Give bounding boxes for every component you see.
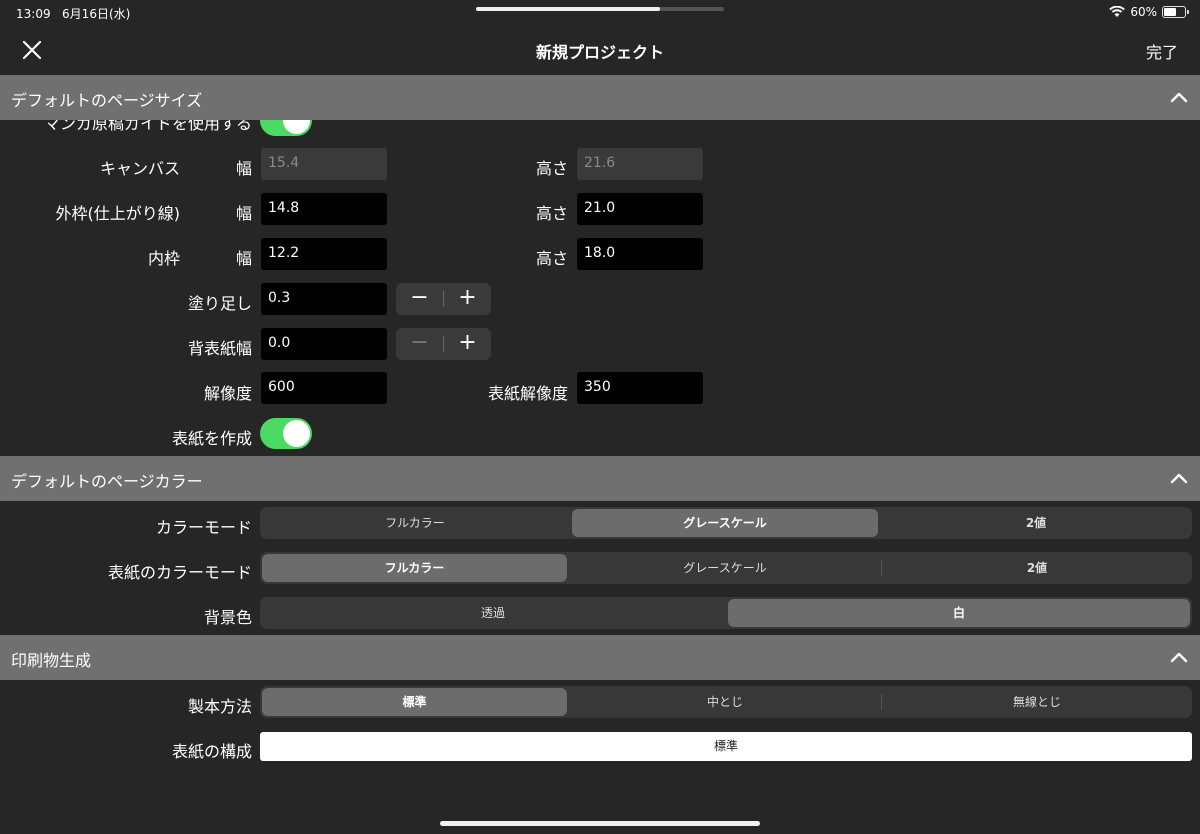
status-right: 60%: [1109, 5, 1189, 19]
cover-resolution-label: 表紙解像度: [487, 384, 568, 403]
inner-height-input[interactable]: 18.0: [577, 238, 703, 270]
manga-guide-toggle[interactable]: [260, 120, 312, 136]
bleed-input[interactable]: 0.3: [261, 283, 387, 315]
color-mode-option-full[interactable]: フルカラー: [260, 507, 570, 539]
inner-width-input[interactable]: 12.2: [261, 238, 387, 270]
spine-width-input[interactable]: 0.0: [261, 328, 387, 360]
binding-label: 製本方法: [187, 697, 252, 716]
chevron-up-icon: [1170, 473, 1188, 484]
status-time: 13:09 6月16日(水): [16, 7, 131, 21]
color-mode-label: カラーモード: [155, 518, 252, 537]
battery-icon: [1162, 6, 1189, 18]
section-header-page-color[interactable]: デフォルトのページカラー: [0, 456, 1200, 501]
background-option-transparent[interactable]: 透過: [260, 597, 726, 629]
manga-guide-row: マンガ原稿ガイドを使用する: [0, 120, 1200, 136]
wifi-icon: [1109, 6, 1126, 17]
resolution-input[interactable]: 600: [261, 372, 387, 404]
outer-height-input[interactable]: 21.0: [577, 193, 703, 225]
cover-structure-select[interactable]: 標準: [260, 732, 1192, 761]
color-mode-segmented: フルカラー グレースケール 2値: [260, 507, 1192, 539]
cover-resolution-input[interactable]: 350: [577, 372, 703, 404]
outer-frame-label: 外枠(仕上がり線): [55, 204, 181, 223]
resolution-label: 解像度: [203, 384, 252, 403]
canvas-height-field: 21.6: [577, 148, 703, 180]
canvas-label: キャンバス: [99, 159, 180, 178]
multitasking-indicator[interactable]: [476, 7, 724, 11]
cover-color-mode-option-gray[interactable]: グレースケール: [569, 552, 881, 584]
section-title-page-color: デフォルトのページカラー: [11, 472, 203, 491]
bleed-increment-button[interactable]: +: [444, 283, 491, 315]
home-indicator[interactable]: [440, 821, 760, 826]
create-cover-toggle[interactable]: [260, 418, 312, 449]
canvas-width-field: 15.4: [261, 148, 387, 180]
bleed-decrement-button[interactable]: −: [396, 283, 443, 315]
background-color-segmented: 透過 白: [260, 597, 1192, 629]
binding-option-saddle[interactable]: 中とじ: [569, 686, 881, 718]
binding-segmented: 標準 中とじ 無線とじ: [260, 686, 1192, 718]
done-button[interactable]: 完了: [1146, 39, 1178, 63]
cover-structure-label: 表紙の構成: [171, 742, 252, 761]
outer-width-label: 幅: [235, 204, 252, 223]
binding-option-perfect[interactable]: 無線とじ: [882, 686, 1192, 718]
inner-width-label: 幅: [235, 249, 252, 268]
cover-color-mode-option-mono[interactable]: 2値: [882, 552, 1192, 584]
create-cover-label: 表紙を作成: [171, 429, 252, 448]
outer-width-input[interactable]: 14.8: [261, 193, 387, 225]
status-bar: 13:09 6月16日(水) 60%: [0, 0, 1200, 26]
inner-frame-label: 内枠: [147, 249, 180, 268]
color-mode-option-gray[interactable]: グレースケール: [572, 509, 878, 537]
cover-color-mode-label: 表紙のカラーモード: [107, 563, 252, 582]
background-option-white[interactable]: 白: [728, 599, 1190, 627]
nav-bar: 新規プロジェクト 完了: [0, 26, 1200, 74]
section-title-print: 印刷物生成: [11, 651, 92, 670]
section-header-page-size[interactable]: デフォルトのページサイズ: [0, 75, 1200, 120]
spine-decrement-button[interactable]: −: [396, 328, 443, 360]
bleed-label: 塗り足し: [187, 294, 252, 313]
spine-increment-button[interactable]: +: [444, 328, 491, 360]
spine-stepper: − +: [396, 328, 491, 360]
cover-color-mode-segmented: フルカラー グレースケール 2値: [260, 552, 1192, 584]
chevron-up-icon: [1170, 92, 1188, 103]
canvas-width-label: 幅: [235, 159, 252, 178]
background-color-label: 背景色: [203, 608, 252, 627]
bleed-stepper: − +: [396, 283, 491, 315]
status-date: 6月16日(水): [62, 7, 131, 21]
binding-option-standard[interactable]: 標準: [262, 688, 567, 716]
color-mode-option-mono[interactable]: 2値: [880, 507, 1192, 539]
section-header-print[interactable]: 印刷物生成: [0, 635, 1200, 680]
inner-height-label: 高さ: [535, 249, 568, 268]
battery-percent: 60%: [1130, 5, 1157, 19]
section-title-page-size: デフォルトのページサイズ: [11, 91, 203, 110]
chevron-up-icon: [1170, 652, 1188, 663]
page-title: 新規プロジェクト: [535, 43, 664, 62]
spine-width-label: 背表紙幅: [187, 339, 252, 358]
outer-height-label: 高さ: [535, 204, 568, 223]
cover-color-mode-option-full[interactable]: フルカラー: [262, 554, 567, 582]
manga-guide-label: マンガ原稿ガイドを使用する: [43, 120, 252, 133]
canvas-height-label: 高さ: [535, 159, 568, 178]
